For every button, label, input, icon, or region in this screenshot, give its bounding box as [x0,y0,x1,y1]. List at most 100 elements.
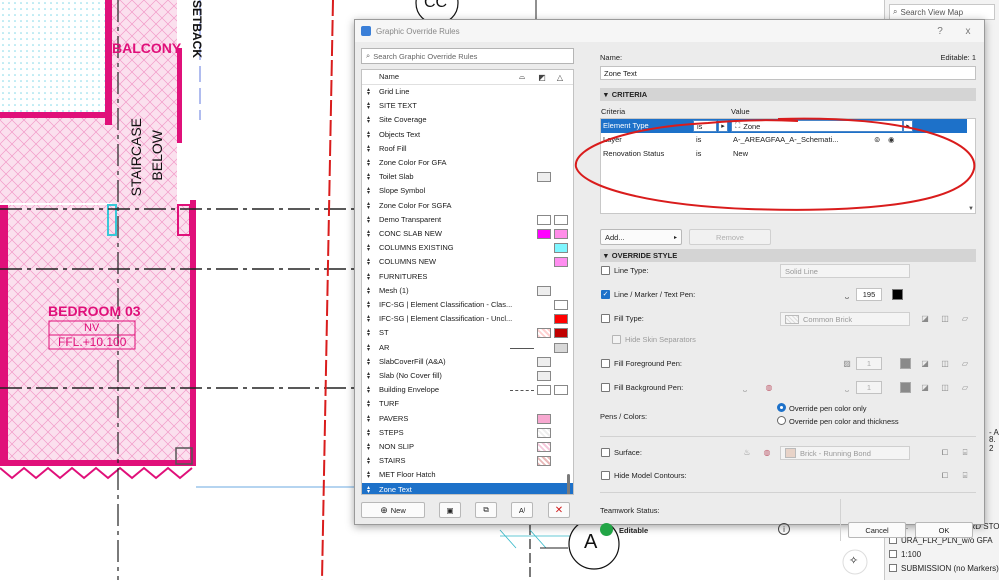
reorder-grip-icon[interactable]: ▴ ▾ [367,158,372,168]
line-column-icon[interactable]: ⌓ [516,71,528,83]
fill-foreground-checkbox[interactable] [601,359,610,368]
reorder-grip-icon[interactable]: ▴ ▾ [367,442,372,452]
reorder-grip-icon[interactable]: ▴ ▾ [367,186,372,196]
hide-contours-checkbox[interactable] [601,471,610,480]
reorder-grip-icon[interactable]: ▴ ▾ [367,101,372,111]
color-wheel-icon[interactable]: ◍ [762,381,776,394]
rule-row[interactable]: ▴ ▾ Mesh (1) [362,284,573,298]
contour-cut-icon[interactable]: ⧠ [938,469,952,482]
reorder-grip-icon[interactable]: ▴ ▾ [367,328,372,338]
close-button[interactable]: x [960,23,976,39]
rule-row[interactable]: ▴ ▾ SlabCoverFill (A&A) [362,355,573,369]
rule-row[interactable]: ▴ ▾ MET Floor Hatch [362,468,573,482]
reorder-grip-icon[interactable]: ▴ ▾ [367,144,372,154]
list-header-name[interactable]: Name [379,72,399,81]
reorder-grip-icon[interactable]: ▴ ▾ [367,456,372,466]
fg-cover-icon[interactable]: ◫ [938,357,952,370]
reorder-grip-icon[interactable]: ▴ ▾ [367,272,372,282]
fill-background-pen[interactable]: 1 [856,381,882,394]
rule-row[interactable]: ▴ ▾ SITE TEXT [362,99,573,113]
fill-type-checkbox[interactable] [601,314,610,323]
bg-drafting-icon[interactable]: ▱ [958,381,972,394]
rule-row[interactable]: ▴ ▾ Zone Text [362,482,573,494]
delete-button[interactable]: ✕ [548,502,570,518]
dialog-titlebar[interactable]: Graphic Override Rules ? x [355,20,984,42]
reorder-grip-icon[interactable]: ▴ ▾ [367,87,372,97]
surface-cut-icon[interactable]: ⧠ [938,446,952,459]
rule-row[interactable]: ▴ ▾ Slope Symbol [362,184,573,198]
surface-column-icon[interactable]: △ [554,71,566,83]
fill-drafting-icon[interactable]: ▱ [958,312,972,325]
rule-row[interactable]: ▴ ▾ IFC-SG | Element Classification - Cla… [362,298,573,312]
rule-row[interactable]: ▴ ▾ COLUMNS EXISTING [362,241,573,255]
reorder-grip-icon[interactable]: ▴ ▾ [367,357,372,367]
material-paint-icon[interactable]: ♨ [740,446,754,459]
fill-foreground-pen[interactable]: 1 [856,357,882,370]
criteria-section-header[interactable]: ▾ CRITERIA [600,88,976,101]
contour-uncut-icon[interactable]: ⌸ [958,469,972,482]
reorder-grip-icon[interactable]: ▴ ▾ [367,130,372,140]
fill-cut-icon[interactable]: ◪ [918,312,932,325]
fill-background-color-swatch[interactable] [900,382,911,393]
fill-column-icon[interactable]: ◩ [536,71,548,83]
rule-search-input[interactable]: ⌕ Search Graphic Override Rules [361,48,574,64]
reorder-grip-icon[interactable]: ▴ ▾ [367,300,372,310]
line-type-select[interactable]: Solid Line [780,264,910,278]
fill-foreground-color-swatch[interactable] [900,358,911,369]
rule-row[interactable]: ▴ ▾ NON SLIP [362,440,573,454]
reorder-grip-icon[interactable]: ▴ ▾ [367,243,372,253]
hide-skin-checkbox[interactable] [612,335,621,344]
rule-row[interactable]: ▴ ▾ Objects Text [362,128,573,142]
rule-row[interactable]: ▴ ▾ IFC-SG | Element Classification - Unc… [362,312,573,326]
rule-row[interactable]: ▴ ▾ COLUMNS NEW [362,255,573,269]
rule-row[interactable]: ▴ ▾ PAVERS [362,412,573,426]
ok-button[interactable]: OK [915,522,973,538]
import-button[interactable]: ▣ [439,502,461,518]
reorder-grip-icon[interactable]: ▴ ▾ [367,343,372,353]
line-pen-color-swatch[interactable] [892,289,903,300]
view-map-search[interactable]: ⌕ Search View Map [889,4,995,20]
fill-type-select[interactable]: Common Brick [780,312,910,326]
reorder-grip-icon[interactable]: ▴ ▾ [367,172,372,182]
reorder-grip-icon[interactable]: ▴ ▾ [367,428,372,438]
rule-row[interactable]: ▴ ▾ Site Coverage [362,113,573,127]
help-button[interactable]: ? [932,23,948,39]
compass-icon[interactable]: ✧ [849,554,858,567]
reorder-grip-icon[interactable]: ▴ ▾ [367,229,372,239]
rule-row[interactable]: ▴ ▾ Zone Color For SGFA [362,199,573,213]
rule-row[interactable]: ▴ ▾ Demo Transparent [362,213,573,227]
fill-background-checkbox[interactable] [601,383,610,392]
reorder-grip-icon[interactable]: ▴ ▾ [367,115,372,125]
rule-row[interactable]: ▴ ▾ Grid Line [362,85,573,99]
rule-name-input[interactable]: Zone Text [600,66,976,80]
reorder-grip-icon[interactable]: ▴ ▾ [367,385,372,395]
color-wheel-icon[interactable]: ◍ [760,446,774,459]
rule-row[interactable]: ▴ ▾ Toilet Slab [362,170,573,184]
rule-row[interactable]: ▴ ▾ Roof Fill [362,142,573,156]
rule-row[interactable]: ▴ ▾ Zone Color For GFA [362,156,573,170]
bg-cut-icon[interactable]: ◪ [918,381,932,394]
rule-row[interactable]: ▴ ▾ FURNITURES [362,270,573,284]
rule-row[interactable]: ▴ ▾ STEPS [362,426,573,440]
surface-select[interactable]: Brick - Running Bond [780,446,910,460]
rename-button[interactable]: Aᴵ [511,502,533,518]
fg-cut-icon[interactable]: ◪ [918,357,932,370]
rule-row[interactable]: ▴ ▾ Slab (No Cover fill) [362,369,573,383]
rule-row[interactable]: ▴ ▾ CONC SLAB NEW [362,227,573,241]
reorder-grip-icon[interactable]: ▴ ▾ [367,485,372,494]
fill-cover-icon[interactable]: ◫ [938,312,952,325]
override-color-only-radio[interactable] [777,403,786,412]
line-pen-checkbox[interactable]: ✓ [601,290,610,299]
reorder-grip-icon[interactable]: ▴ ▾ [367,286,372,296]
reorder-grip-icon[interactable]: ▴ ▾ [367,470,372,480]
fg-drafting-icon[interactable]: ▱ [958,357,972,370]
reorder-grip-icon[interactable]: ▴ ▾ [367,399,372,409]
override-style-section-header[interactable]: ▾ OVERRIDE STYLE [600,249,976,262]
rule-row[interactable]: ▴ ▾ AR [362,341,573,355]
surface-checkbox[interactable] [601,448,610,457]
add-criteria-button[interactable]: Add... ▸ [600,229,682,245]
duplicate-button[interactable]: ⧉ [475,502,497,518]
reorder-grip-icon[interactable]: ▴ ▾ [367,414,372,424]
rule-row[interactable]: ▴ ▾ STAIRS [362,454,573,468]
reorder-grip-icon[interactable]: ▴ ▾ [367,257,372,267]
